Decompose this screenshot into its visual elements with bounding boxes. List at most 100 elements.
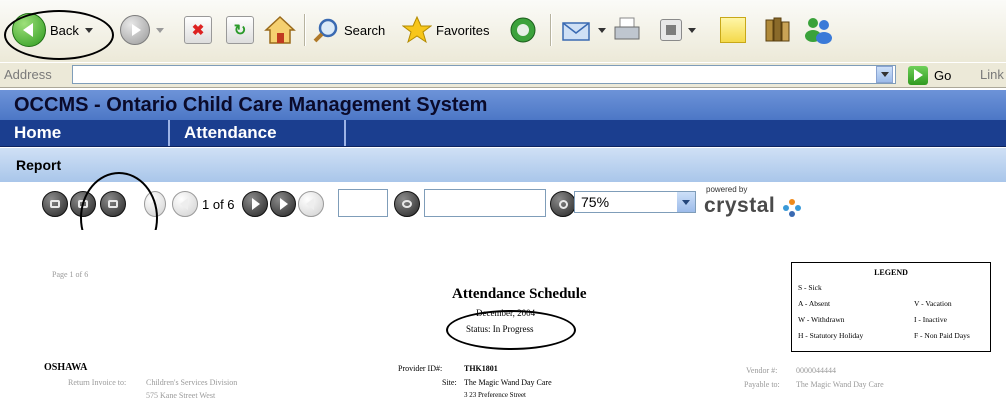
edit-icon (660, 19, 682, 41)
return-address: 575 Kane Street West (146, 391, 216, 400)
report-title: Attendance Schedule (452, 286, 587, 302)
return-org: Children's Services Division (146, 378, 238, 387)
next-page-button[interactable] (242, 191, 268, 217)
discuss-button[interactable] (720, 10, 746, 50)
printer-icon (614, 17, 640, 40)
report-period: December, 2004 (476, 308, 536, 318)
forward-arrow-icon (120, 15, 150, 45)
stop-button[interactable]: ✖ (184, 10, 212, 50)
research-books-icon (765, 17, 790, 42)
legend-title: LEGEND (874, 268, 908, 277)
forward-button[interactable] (120, 10, 164, 50)
powered-by-text: powered by (706, 185, 748, 194)
chevron-down-icon (880, 72, 889, 77)
chevron-down-icon[interactable] (677, 192, 695, 212)
edit-dropdown-icon[interactable] (688, 27, 696, 33)
favorites-label: Favorites (436, 22, 490, 38)
last-page-button[interactable] (270, 191, 296, 217)
legend-item: V - Vacation (914, 299, 952, 308)
search-text-button[interactable] (550, 191, 576, 217)
legend-item: F - Non Paid Days (914, 331, 970, 340)
crystal-logo: powered by crystal (704, 185, 801, 218)
back-arrow-icon (12, 13, 46, 47)
links-button[interactable]: Link (980, 67, 1004, 82)
refresh-button[interactable]: ↻ (226, 10, 254, 50)
go-label: Go (934, 67, 952, 83)
go-arrow-icon (908, 65, 928, 85)
mail-dropdown-icon[interactable] (598, 27, 606, 33)
crystal-dots-icon (782, 198, 801, 217)
vendor-value: 0000044444 (796, 366, 836, 375)
binoculars-icon (558, 199, 568, 209)
address-dropdown-button[interactable] (876, 66, 893, 83)
print-button[interactable] (612, 10, 642, 50)
page-indicator: 1 of 6 (202, 197, 235, 212)
print-report-button[interactable] (100, 191, 126, 217)
report-document: Page 1 of 6 Attendance Schedule December… (0, 230, 1006, 400)
provider-id: THK1801 (464, 364, 498, 373)
goto-page-button[interactable] (298, 191, 324, 217)
address-input[interactable] (72, 65, 896, 84)
crystal-brand-text: crystal (704, 194, 776, 217)
refresh-icon: ↻ (226, 16, 254, 44)
address-bar: Address Go Link (0, 62, 1006, 88)
legend-item: S - Sick (798, 283, 822, 292)
report-viewer-toolbar: 1 of 6 75% powered by crystal (0, 182, 1006, 230)
toolbar-separator (550, 14, 551, 46)
tree-icon (78, 200, 88, 208)
app-title: OCCMS - Ontario Child Care Management Sy… (0, 90, 1006, 120)
mail-button[interactable] (560, 10, 606, 50)
toolbar-separator (304, 14, 305, 46)
search-icon (313, 18, 338, 43)
note-icon (720, 17, 746, 43)
back-label: Back (50, 22, 79, 38)
back-button[interactable]: Back (12, 10, 93, 50)
home-button[interactable] (264, 10, 296, 50)
address-label: Address (4, 67, 52, 82)
favorites-star-icon (402, 15, 432, 44)
media-button[interactable] (508, 10, 538, 50)
back-icon (306, 198, 314, 210)
goto-page-input[interactable] (338, 189, 388, 217)
mail-icon (562, 22, 590, 41)
legend-item: A - Absent (798, 299, 831, 308)
site-label: Site: (442, 378, 457, 387)
prev-page-button[interactable] (172, 191, 198, 217)
edit-button[interactable] (660, 10, 696, 50)
legend-item: H - Statutory Holiday (798, 331, 864, 340)
messenger-button[interactable] (802, 10, 834, 50)
legend-item: I - Inactive (914, 315, 947, 324)
legend-item: W - Withdrawn (798, 315, 845, 324)
back-dropdown-icon[interactable] (84, 27, 93, 33)
payable-value: The Magic Wand Day Care (796, 380, 884, 389)
group-tree-button[interactable] (70, 191, 96, 217)
vendor-label: Vendor #: (746, 366, 778, 375)
forward-dropdown-icon[interactable] (156, 27, 164, 33)
next-page-icon (252, 198, 260, 210)
nav-attendance[interactable]: Attendance (170, 120, 346, 146)
legend-box: LEGEND S - Sick A - Absent V - Vacation … (791, 262, 991, 352)
media-icon (510, 17, 536, 43)
favorites-button[interactable]: Favorites (402, 10, 489, 50)
section-title: Report (0, 148, 1006, 182)
site-value: The Magic Wand Day Care (464, 378, 552, 387)
main-nav: Home Attendance (0, 120, 1006, 147)
export-icon (50, 200, 60, 208)
prev-page-icon (180, 198, 188, 210)
browser-toolbar: Back ✖ ↻ Search Favorites (0, 0, 1006, 62)
provider-label: Provider ID#: (398, 364, 443, 373)
search-button[interactable]: Search (312, 10, 385, 50)
first-page-button[interactable] (144, 191, 166, 217)
zoom-select[interactable]: 75% (574, 191, 696, 213)
goto-icon (402, 200, 412, 208)
return-label: Return Invoice to: (68, 378, 127, 387)
export-button[interactable] (42, 191, 68, 217)
go-button[interactable]: Go (908, 65, 951, 85)
payable-label: Payable to: (744, 380, 780, 389)
search-text-input[interactable] (424, 189, 546, 217)
goto-button[interactable] (394, 191, 420, 217)
site-address: 3 23 Preference Street (464, 391, 526, 399)
zoom-value: 75% (581, 194, 610, 210)
research-button[interactable] (762, 10, 792, 50)
nav-home[interactable]: Home (0, 120, 170, 146)
